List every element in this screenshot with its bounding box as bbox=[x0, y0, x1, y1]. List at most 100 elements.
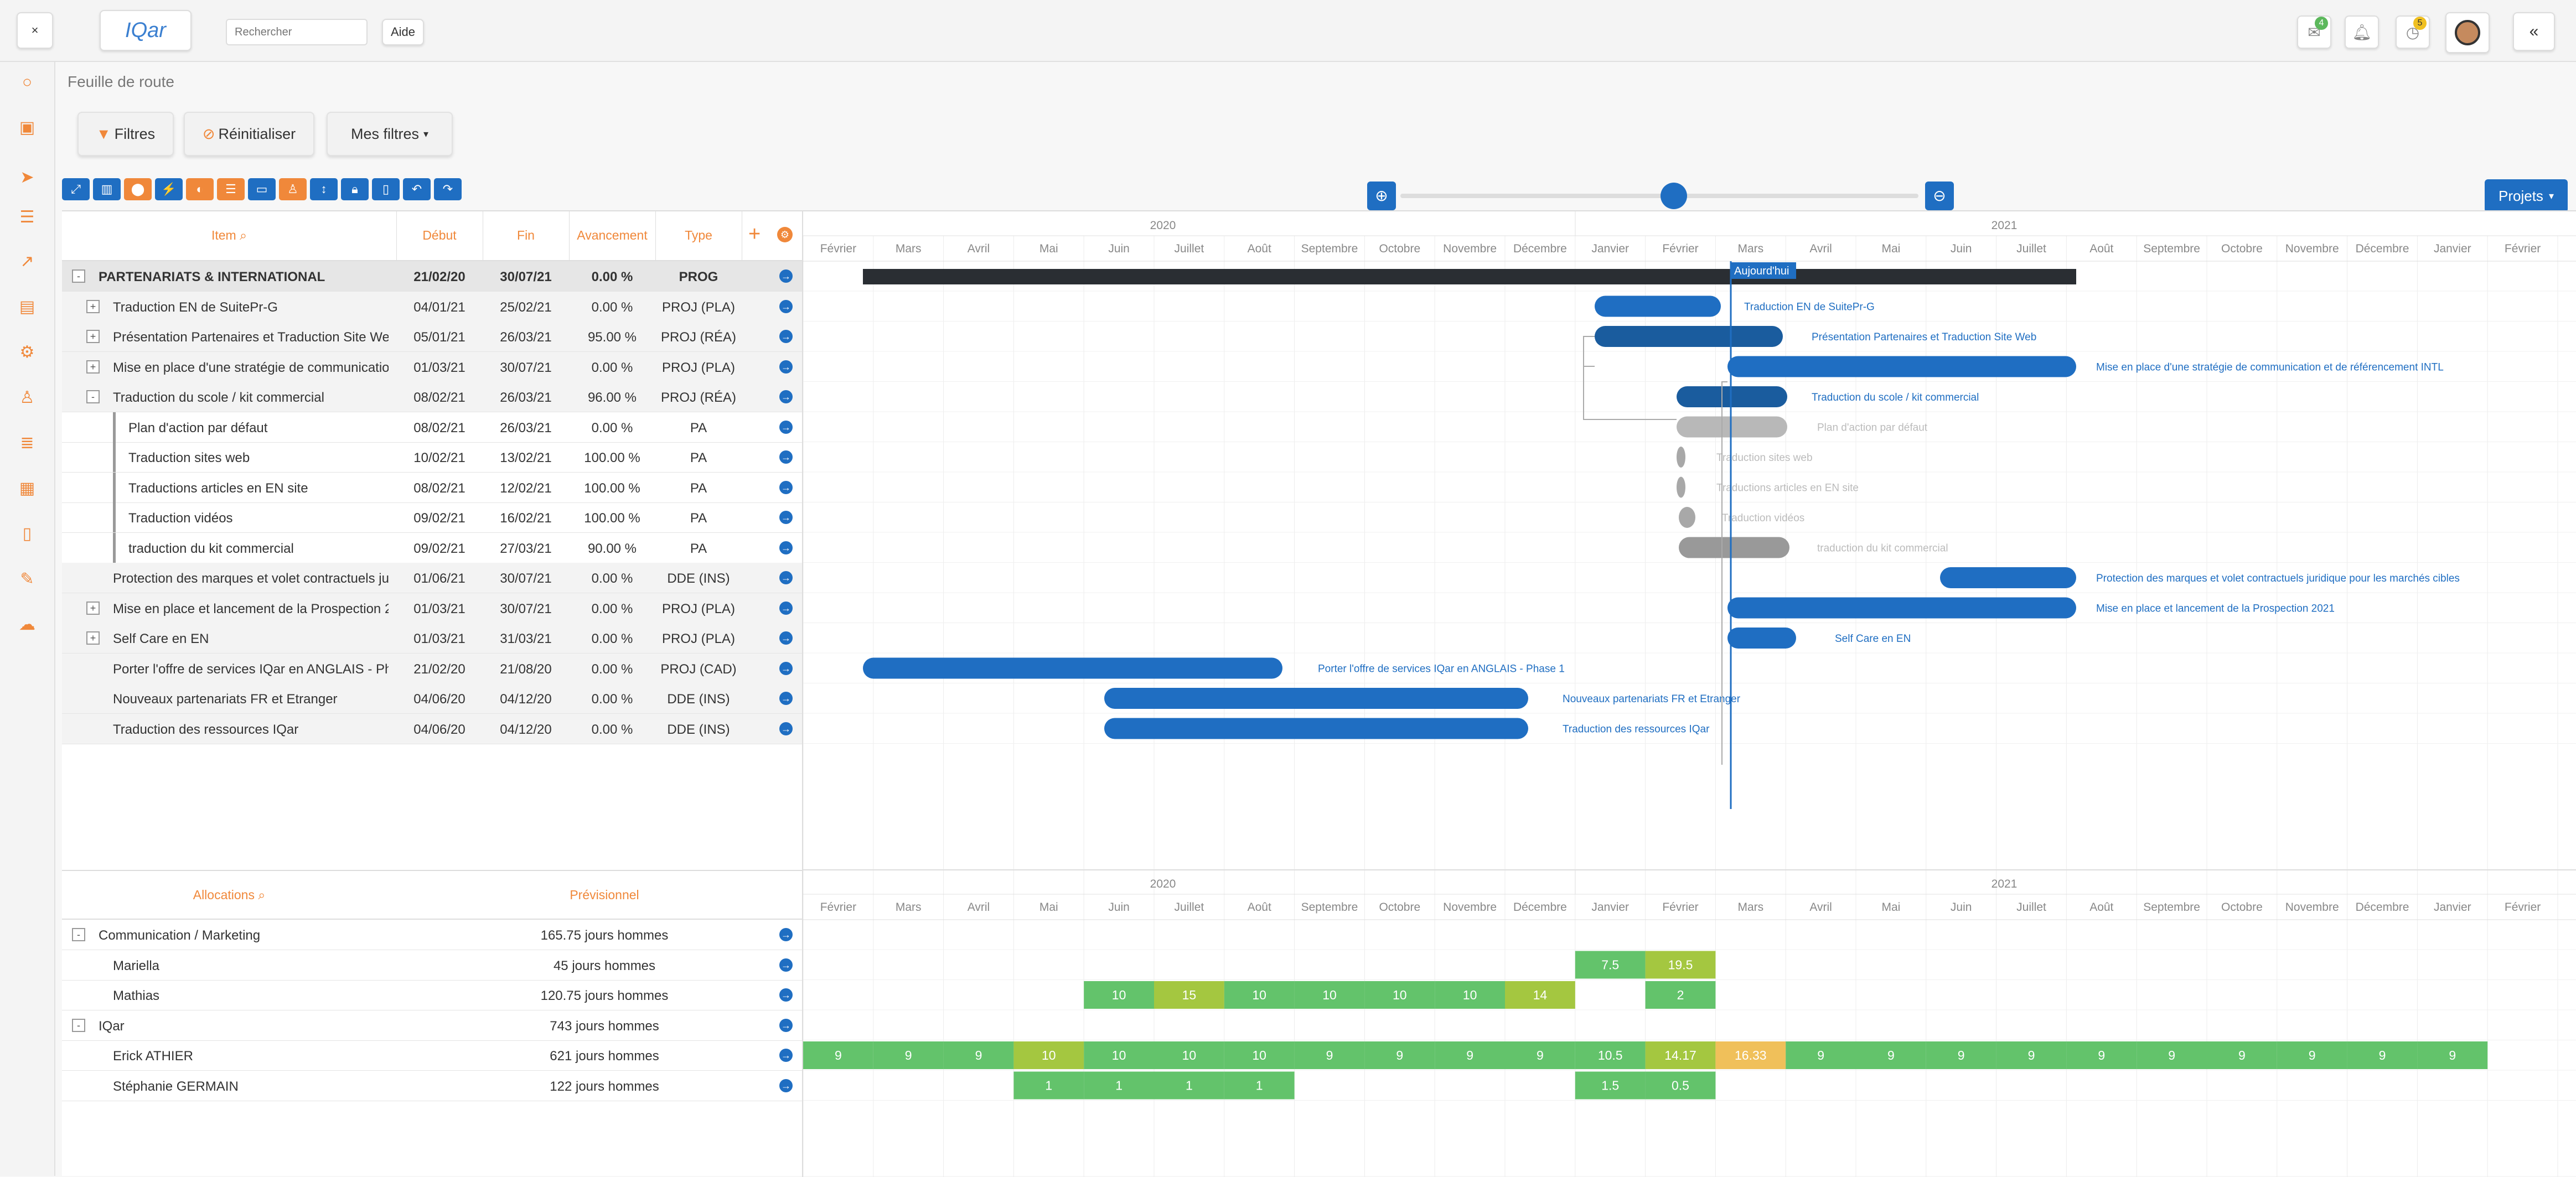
settings-icon[interactable]: ⚙ bbox=[777, 227, 793, 242]
help-button[interactable]: Aide bbox=[382, 19, 424, 45]
lock-icon[interactable]: 🔒︎ bbox=[341, 178, 369, 200]
add-icon[interactable]: + bbox=[748, 222, 761, 246]
open-arrow-icon[interactable]: → bbox=[779, 988, 793, 1002]
file-icon[interactable]: ▯ bbox=[372, 178, 400, 200]
list-icon[interactable]: ☰ bbox=[217, 178, 245, 200]
task-bar[interactable] bbox=[1595, 326, 1783, 347]
filters-button[interactable]: ▼ Filtres bbox=[77, 112, 174, 156]
tasks-icon[interactable]: ≣ bbox=[17, 433, 38, 454]
alloc-row[interactable]: Stéphanie GERMAIN 122 jours hommes → bbox=[62, 1071, 802, 1101]
open-arrow-icon[interactable]: → bbox=[779, 1049, 793, 1062]
zoom-in-icon[interactable]: ⊕ bbox=[1367, 182, 1396, 210]
avatar[interactable] bbox=[2445, 12, 2490, 53]
task-row[interactable]: Traduction sites web 10/02/21 13/02/21 100.… bbox=[62, 442, 802, 472]
task-row[interactable]: Traduction des ressources IQar 04/06/20 04… bbox=[62, 713, 802, 744]
open-arrow-icon[interactable]: → bbox=[779, 480, 793, 494]
task-bar[interactable] bbox=[1677, 476, 1685, 498]
task-bar[interactable] bbox=[1677, 416, 1787, 438]
task-row[interactable]: + Mise en place d'une stratégie de commun… bbox=[62, 351, 802, 382]
mail-button[interactable]: ✉ 4 bbox=[2297, 15, 2331, 49]
gear-icon[interactable]: ⚙ bbox=[17, 342, 38, 363]
reset-button[interactable]: ⊘ Réinitialiser bbox=[184, 112, 314, 156]
task-bar[interactable] bbox=[1727, 597, 2076, 619]
open-arrow-icon[interactable]: → bbox=[779, 601, 793, 615]
flash-icon[interactable]: ⚡ bbox=[155, 178, 183, 200]
task-bar[interactable] bbox=[1727, 628, 1796, 649]
user-icon[interactable]: ♙ bbox=[17, 387, 38, 408]
alloc-row[interactable]: Erick ATHIER 621 jours hommes → bbox=[62, 1040, 802, 1070]
open-arrow-icon[interactable]: → bbox=[779, 360, 793, 374]
collapse-icon[interactable]: - bbox=[72, 928, 85, 941]
close-button[interactable]: × bbox=[17, 12, 53, 49]
clipboard-icon[interactable]: ▤ bbox=[17, 297, 38, 318]
share-icon[interactable]: ↗ bbox=[17, 251, 38, 272]
expand-icon[interactable]: + bbox=[86, 631, 100, 645]
task-row[interactable]: + Traduction EN de SuitePr-G 04/01/21 25/02… bbox=[62, 291, 802, 322]
open-arrow-icon[interactable]: → bbox=[779, 958, 793, 972]
open-arrow-icon[interactable]: → bbox=[779, 692, 793, 705]
task-row[interactable]: Protection des marques et volet contract… bbox=[62, 563, 802, 593]
alloc-row[interactable]: - Communication / Marketing 165.75 jours h… bbox=[62, 920, 802, 950]
text-height-icon[interactable]: ↕ bbox=[310, 178, 338, 200]
zoom-handle[interactable] bbox=[1661, 183, 1687, 209]
col-item[interactable]: Item ⌕ bbox=[62, 228, 396, 243]
open-arrow-icon[interactable]: → bbox=[779, 450, 793, 464]
open-arrow-icon[interactable]: → bbox=[779, 1018, 793, 1032]
undo-icon[interactable]: ↶ bbox=[403, 178, 431, 200]
expand-icon[interactable]: ⤢ bbox=[62, 178, 90, 200]
open-arrow-icon[interactable]: → bbox=[779, 330, 793, 343]
col-debut[interactable]: Début bbox=[396, 228, 483, 243]
open-arrow-icon[interactable]: → bbox=[779, 1079, 793, 1092]
task-bar[interactable] bbox=[1104, 688, 1528, 709]
expand-icon[interactable]: + bbox=[86, 299, 100, 313]
card-icon[interactable]: ▦ bbox=[17, 478, 38, 499]
task-row[interactable]: + Présentation Partenaires et Traduction … bbox=[62, 322, 802, 351]
timer-button[interactable]: ◷ 5 bbox=[2396, 15, 2430, 49]
task-row[interactable]: Traduction vidéos 09/02/21 16/02/21 100.00 … bbox=[62, 502, 802, 532]
task-bar[interactable] bbox=[863, 657, 1282, 679]
redo-icon[interactable]: ↷ bbox=[434, 178, 462, 200]
open-arrow-icon[interactable]: → bbox=[779, 299, 793, 313]
search-input[interactable] bbox=[226, 19, 368, 45]
list-icon[interactable]: ☰ bbox=[17, 207, 38, 228]
window-icon[interactable]: ▭ bbox=[248, 178, 276, 200]
task-row[interactable]: traduction du kit commercial 09/02/21 27/0… bbox=[62, 532, 802, 563]
task-bar[interactable] bbox=[1677, 386, 1787, 407]
task-bar[interactable] bbox=[1940, 567, 2076, 588]
col-avancement[interactable]: Avancement bbox=[569, 228, 655, 243]
open-arrow-icon[interactable]: → bbox=[779, 420, 793, 434]
col-type[interactable]: Type bbox=[655, 228, 742, 243]
alloc-row[interactable]: Mariella 45 jours hommes → bbox=[62, 950, 802, 980]
task-row[interactable]: Porter l'offre de services IQar en ANGLA… bbox=[62, 653, 802, 683]
collapse-icon[interactable]: - bbox=[72, 1018, 85, 1032]
task-row[interactable]: + Self Care en EN 01/03/21 31/03/21 0.00 % PR… bbox=[62, 623, 802, 653]
task-row[interactable]: - Traduction du scole / kit commercial 08/… bbox=[62, 382, 802, 412]
tag-icon[interactable]: ⬤ bbox=[124, 178, 152, 200]
task-row[interactable]: Traductions articles en EN site 08/02/21 1… bbox=[62, 472, 802, 502]
task-row[interactable]: Plan d'action par défaut 08/02/21 26/03/21… bbox=[62, 412, 802, 442]
alloc-col-allocations[interactable]: Allocations ⌕ bbox=[62, 888, 396, 903]
program-bar[interactable] bbox=[863, 269, 2076, 284]
open-arrow-icon[interactable]: → bbox=[779, 541, 793, 554]
open-arrow-icon[interactable]: → bbox=[779, 390, 793, 403]
collapse-icon[interactable]: - bbox=[86, 390, 100, 403]
notification-button[interactable]: 🔔︎ bbox=[2345, 15, 2379, 49]
arrow-icon[interactable]: ➤ bbox=[17, 167, 38, 188]
projects-dropdown[interactable]: Projets ▾ bbox=[2485, 179, 2568, 212]
toggle-icon[interactable]: ◐ bbox=[186, 178, 214, 200]
alloc-row[interactable]: Mathias 120.75 jours hommes → bbox=[62, 980, 802, 1010]
task-bar[interactable] bbox=[1104, 718, 1528, 739]
col-fin[interactable]: Fin bbox=[483, 228, 569, 243]
zoom-track[interactable] bbox=[1400, 194, 1918, 198]
collapse-icon[interactable]: - bbox=[72, 269, 85, 283]
task-bar[interactable] bbox=[1595, 295, 1721, 317]
task-bar[interactable] bbox=[1679, 537, 1789, 558]
program-row[interactable]: - PARTENARIATS & INTERNATIONAL 21/02/20 30/… bbox=[62, 261, 802, 291]
expand-icon[interactable]: + bbox=[86, 360, 100, 374]
lightbulb-icon[interactable]: ○ bbox=[17, 72, 38, 93]
my-filters-dropdown[interactable]: Mes filtres ▾ bbox=[327, 112, 453, 156]
open-arrow-icon[interactable]: → bbox=[779, 269, 793, 283]
columns-icon[interactable]: ▥ bbox=[93, 178, 121, 200]
open-arrow-icon[interactable]: → bbox=[779, 722, 793, 735]
task-row[interactable]: Nouveaux partenariats FR et Etranger 04/0… bbox=[62, 683, 802, 713]
